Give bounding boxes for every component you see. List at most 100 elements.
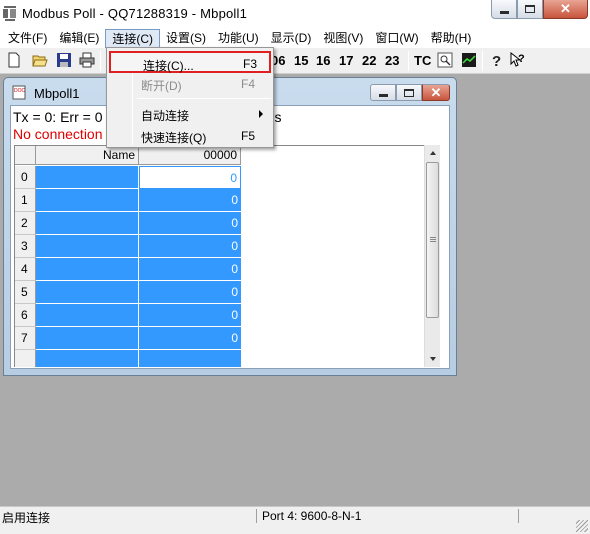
table-row: 5 0 (15, 281, 241, 304)
menu-bar: 文件(F) 编辑(E) 连接(C) 设置(S) 功能(U) 显示(D) 视图(V… (0, 28, 590, 48)
name-cell[interactable] (36, 258, 139, 281)
header-address[interactable]: 00000 (139, 146, 241, 165)
chart-icon[interactable] (461, 52, 477, 68)
maximize-icon (525, 5, 535, 13)
fc22-button[interactable]: 22 (362, 53, 376, 68)
grid-corner[interactable] (15, 146, 36, 165)
monitor-icon[interactable] (437, 52, 453, 68)
close-icon: ✕ (560, 1, 571, 16)
menu-file[interactable]: 文件(F) (2, 29, 53, 48)
fc17-button[interactable]: 17 (339, 53, 353, 68)
menu-item-connect[interactable]: 连接(C)... F3 (109, 51, 271, 73)
value-cell[interactable]: 0 (139, 166, 241, 189)
row-index[interactable]: 0 (15, 166, 36, 189)
value-cell[interactable]: 0 (139, 189, 241, 212)
menu-item-label: 快速连接(Q) (141, 131, 207, 145)
modbus-app-icon (3, 6, 16, 21)
open-icon[interactable] (32, 52, 48, 68)
menu-item-label: 自动连接 (141, 109, 190, 123)
context-help-icon[interactable]: ? (510, 52, 526, 68)
table-row (15, 350, 241, 367)
header-name[interactable]: Name (36, 146, 139, 165)
value-cell[interactable]: 0 (139, 212, 241, 235)
child-close-button[interactable]: ✕ (422, 84, 450, 101)
name-cell[interactable] (36, 189, 139, 212)
close-button[interactable]: ✕ (543, 0, 588, 19)
name-cell[interactable] (36, 235, 139, 258)
menu-window[interactable]: 窗口(W) (369, 29, 424, 48)
status-message: 启用连接 (2, 511, 51, 525)
row-index[interactable] (15, 350, 36, 367)
value-cell[interactable]: 0 (139, 304, 241, 327)
menu-item-shortcut: F5 (241, 129, 256, 143)
fc23-button[interactable]: 23 (385, 53, 399, 68)
name-cell[interactable] (36, 281, 139, 304)
window-title: Modbus Poll - QQ71288319 - Mbpoll1 (22, 6, 248, 21)
name-cell[interactable] (36, 166, 139, 189)
connection-status: No connection (13, 126, 103, 142)
child-window-title: Mbpoll1 (34, 86, 80, 101)
menu-help[interactable]: 帮助(H) (425, 29, 478, 48)
menu-item-disconnect[interactable]: 断开(D) F4 (109, 73, 271, 95)
tx-err-status: Tx = 0: Err = 0 (13, 109, 103, 125)
menu-item-shortcut: F4 (241, 77, 256, 91)
help-icon[interactable]: ? (488, 52, 504, 68)
row-index[interactable]: 5 (15, 281, 36, 304)
document-icon: DOC (12, 85, 26, 100)
name-cell[interactable] (36, 304, 139, 327)
scroll-down-button[interactable] (425, 351, 441, 367)
value-cell[interactable]: 0 (139, 258, 241, 281)
name-cell[interactable] (36, 212, 139, 235)
size-grip[interactable] (576, 520, 588, 532)
menu-functions[interactable]: 功能(U) (212, 29, 265, 48)
menu-edit[interactable]: 编辑(E) (53, 29, 105, 48)
menu-item-quick-connect[interactable]: 快速连接(Q) F5 (109, 125, 271, 147)
menu-item-auto-connect[interactable]: 自动连接 (109, 103, 271, 125)
maximize-button[interactable] (517, 0, 543, 19)
save-icon[interactable] (56, 52, 72, 68)
scroll-thumb[interactable] (426, 162, 439, 318)
row-index[interactable]: 1 (15, 189, 36, 212)
menu-display[interactable]: 显示(D) (265, 29, 318, 48)
fc16-button[interactable]: 16 (316, 53, 330, 68)
svg-text:?: ? (492, 53, 501, 68)
row-index[interactable]: 4 (15, 258, 36, 281)
minimize-button[interactable] (491, 0, 517, 19)
value-cell[interactable]: 0 (139, 235, 241, 258)
table-row: 0 0 (15, 166, 241, 189)
table-row: 7 0 (15, 327, 241, 350)
new-icon[interactable] (6, 52, 22, 68)
name-cell[interactable] (36, 327, 139, 350)
menu-item-label: 连接(C)... (143, 59, 194, 73)
value-cell[interactable]: 0 (139, 281, 241, 304)
menu-setup[interactable]: 设置(S) (160, 29, 212, 48)
title-bar: Modbus Poll - QQ71288319 - Mbpoll1 ✕ (0, 0, 590, 28)
table-row: 2 0 (15, 212, 241, 235)
arrow-up-icon (430, 151, 436, 155)
svg-text:DOC: DOC (14, 88, 26, 94)
fc15-button[interactable]: 15 (294, 53, 308, 68)
port-settings: Port 4: 9600-8-N-1 (262, 509, 362, 523)
scroll-up-button[interactable] (425, 145, 441, 161)
menu-item-shortcut: F3 (243, 57, 258, 71)
child-minimize-button[interactable] (370, 84, 396, 101)
table-row: 6 0 (15, 304, 241, 327)
value-cell[interactable]: 0 (139, 327, 241, 350)
minimize-icon (378, 94, 388, 97)
row-index[interactable]: 2 (15, 212, 36, 235)
menu-item-label: 断开(D) (141, 79, 182, 93)
submenu-arrow-icon (259, 110, 263, 118)
tc-button[interactable]: TC (414, 53, 431, 68)
table-row: 1 0 (15, 189, 241, 212)
row-index[interactable]: 7 (15, 327, 36, 350)
name-cell[interactable] (36, 350, 139, 367)
child-maximize-button[interactable] (396, 84, 422, 101)
row-index[interactable]: 3 (15, 235, 36, 258)
vertical-scrollbar[interactable] (424, 145, 440, 367)
menu-connection[interactable]: 连接(C) (105, 28, 160, 48)
value-cell[interactable] (139, 350, 241, 367)
menu-view[interactable]: 视图(V) (317, 29, 369, 48)
maximize-icon (404, 88, 414, 97)
print-icon[interactable] (79, 52, 95, 68)
row-index[interactable]: 6 (15, 304, 36, 327)
